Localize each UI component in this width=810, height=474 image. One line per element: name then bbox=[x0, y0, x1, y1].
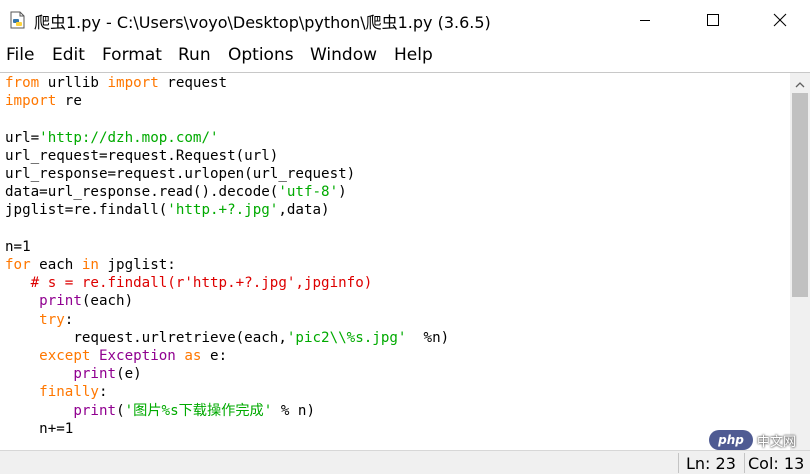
code-line[interactable]: # s = re.findall(r'http.+?.jpg',jpginfo) bbox=[5, 274, 373, 292]
idle-editor-window: 爬虫1.py - C:\Users\voyo\Desktop\python\爬虫… bbox=[0, 0, 810, 474]
code-token: in bbox=[81, 257, 99, 273]
minimize-icon bbox=[639, 14, 651, 26]
code-token: try bbox=[39, 311, 65, 328]
code-token: n+=1 bbox=[5, 420, 74, 437]
site-watermark: php 中文网 bbox=[709, 428, 796, 452]
code-token: for bbox=[5, 257, 31, 273]
close-icon bbox=[773, 13, 787, 27]
title-bar[interactable]: 爬虫1.py - C:\Users\voyo\Desktop\python\爬虫… bbox=[0, 0, 810, 40]
code-token: '图片%s下载操作完成' bbox=[124, 402, 273, 419]
code-token: print bbox=[73, 402, 117, 419]
code-line[interactable]: print(e) bbox=[5, 365, 142, 383]
code-line[interactable]: request.urlretrieve(each,'pic2\\%s.jpg' … bbox=[5, 329, 449, 347]
menu-edit[interactable]: Edit bbox=[52, 45, 85, 65]
code-token: %n) bbox=[406, 329, 450, 346]
code-token: data=url_response.read().decode( bbox=[5, 184, 279, 201]
line-indicator: Ln: 23 bbox=[686, 454, 736, 473]
code-token: from bbox=[5, 75, 40, 91]
code-token: 'http://dzh.mop.com/' bbox=[39, 129, 219, 146]
code-token: print bbox=[39, 293, 82, 310]
code-token: n=1 bbox=[5, 238, 31, 255]
code-line[interactable]: url='http://dzh.mop.com/' bbox=[5, 129, 219, 147]
maximize-icon bbox=[706, 13, 720, 27]
code-token: import bbox=[107, 75, 159, 91]
code-token: print bbox=[73, 366, 117, 383]
code-token: re bbox=[56, 93, 82, 110]
code-line[interactable]: import re bbox=[5, 92, 82, 110]
code-token: # s = re.findall(r'http.+?.jpg',jpginfo) bbox=[5, 275, 373, 292]
menu-format[interactable]: Format bbox=[102, 45, 162, 65]
code-token: url_response=request.urlopen(url_request… bbox=[5, 166, 356, 182]
python-file-icon bbox=[9, 11, 27, 29]
code-line[interactable]: n=1 bbox=[5, 238, 31, 256]
column-indicator: Col: 13 bbox=[748, 454, 805, 473]
code-line[interactable]: url_request=request.Request(url) bbox=[5, 147, 278, 165]
code-token: request.urlretrieve(each, bbox=[5, 329, 287, 346]
code-token: 'http.+?.jpg' bbox=[167, 202, 279, 219]
menu-help[interactable]: Help bbox=[394, 45, 433, 65]
code-line[interactable]: for each in jpglist: bbox=[5, 256, 176, 274]
code-token: Exception bbox=[98, 348, 176, 364]
code-token: e: bbox=[201, 348, 228, 364]
code-token: except bbox=[39, 348, 91, 364]
minimize-button[interactable] bbox=[622, 0, 668, 40]
code-token: ) bbox=[338, 184, 347, 201]
code-line[interactable]: data=url_response.read().decode('utf-8') bbox=[5, 183, 347, 201]
code-line[interactable]: from urllib import request bbox=[5, 74, 227, 92]
code-editor[interactable]: from urllib import request import re url='… bbox=[0, 73, 790, 450]
code-line[interactable]: jpglist=re.findall('http.+?.jpg',data) bbox=[5, 201, 330, 219]
code-token: % n) bbox=[272, 402, 315, 419]
code-token: 'pic2\\%s.jpg' bbox=[286, 329, 407, 346]
code-token: : bbox=[98, 384, 108, 401]
status-bar: Ln: 23 Col: 13 bbox=[0, 450, 810, 474]
code-token: ( bbox=[116, 402, 125, 419]
scroll-thumb[interactable] bbox=[792, 93, 808, 297]
status-divider bbox=[678, 453, 679, 473]
code-token: urllib bbox=[39, 75, 108, 91]
code-token: each bbox=[30, 257, 82, 273]
window-title: 爬虫1.py - C:\Users\voyo\Desktop\python\爬虫… bbox=[34, 13, 491, 32]
code-token: request bbox=[158, 75, 228, 91]
code-line[interactable]: n+=1 bbox=[5, 420, 73, 438]
code-token: import bbox=[5, 93, 57, 110]
code-line[interactable]: except Exception as e: bbox=[5, 347, 227, 365]
code-line[interactable]: finally: bbox=[5, 383, 108, 401]
maximize-button[interactable] bbox=[690, 0, 736, 40]
scroll-up-button[interactable] bbox=[790, 73, 810, 91]
menu-bar: File Edit Format Run Options Window Help bbox=[0, 42, 810, 70]
watermark-text: 中文网 bbox=[757, 434, 797, 450]
code-line[interactable]: url_response=request.urlopen(url_request… bbox=[5, 165, 355, 183]
vertical-scrollbar[interactable] bbox=[790, 73, 810, 450]
code-token: 'utf-8' bbox=[278, 184, 339, 201]
menu-options[interactable]: Options bbox=[228, 45, 294, 65]
status-divider bbox=[744, 453, 745, 473]
code-token: ,data) bbox=[278, 202, 330, 219]
close-button[interactable] bbox=[757, 0, 803, 40]
code-token: : bbox=[64, 311, 74, 328]
code-token: jpglist: bbox=[98, 257, 176, 273]
code-token: as bbox=[184, 348, 202, 364]
menu-file[interactable]: File bbox=[6, 45, 34, 65]
code-token: jpglist=re.findall( bbox=[5, 202, 168, 219]
code-line[interactable]: print('图片%s下载操作完成' % n) bbox=[5, 402, 315, 420]
code-token: (each) bbox=[81, 293, 134, 310]
code-line[interactable]: print(each) bbox=[5, 292, 133, 310]
code-line[interactable]: try: bbox=[5, 311, 73, 329]
menu-run[interactable]: Run bbox=[178, 45, 211, 65]
code-token: finally bbox=[39, 384, 99, 401]
code-token: url_request=request.Request(url) bbox=[5, 147, 279, 164]
chevron-up-icon bbox=[795, 73, 805, 92]
code-token: url= bbox=[5, 129, 40, 146]
code-token: (e) bbox=[116, 366, 142, 383]
php-logo: php bbox=[709, 430, 753, 450]
menu-window[interactable]: Window bbox=[310, 45, 377, 65]
